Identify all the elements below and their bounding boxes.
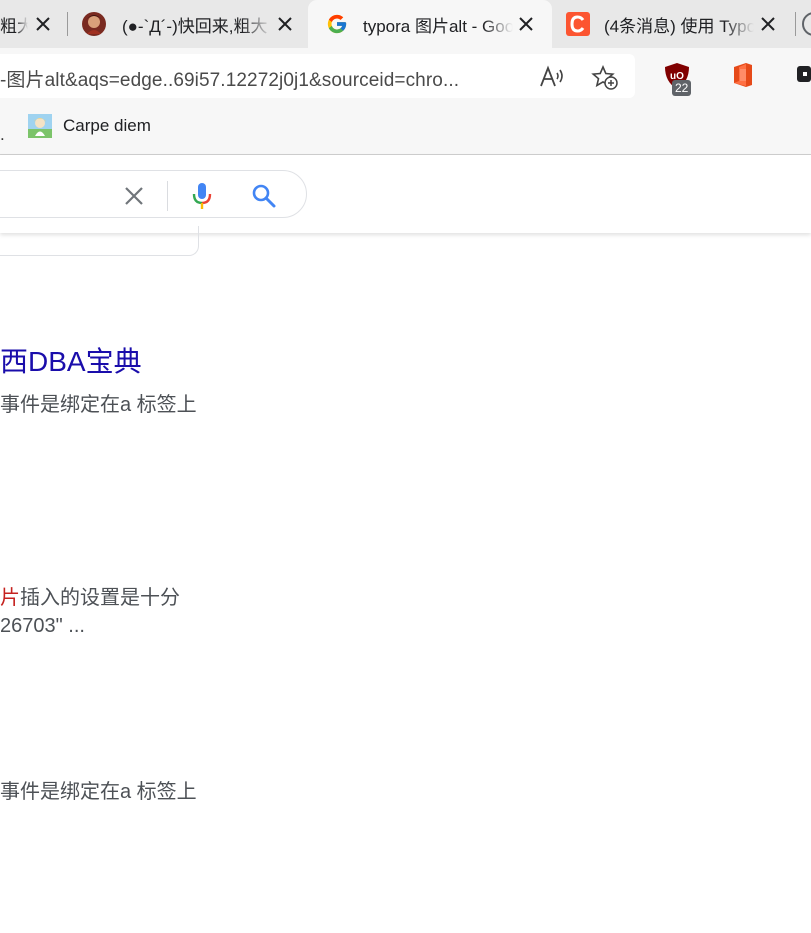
- bookmark-overflow[interactable]: .: [0, 125, 5, 145]
- bookmark-item[interactable]: Carpe diem: [63, 116, 151, 136]
- tab-title: 粗大: [0, 16, 28, 36]
- tab-strip: 粗大 (●-`Д´-)快回来,粗大 typora 图片alt - Goo (4条…: [0, 0, 811, 48]
- snippet-text: 插入的设置是十分: [20, 587, 180, 609]
- result-snippet: 事件是绑定在a 标签上: [0, 394, 197, 416]
- result-snippet: 片插入的设置是十分: [0, 581, 180, 610]
- office-icon[interactable]: [731, 62, 759, 90]
- result-snippet-line: 26703" ...: [0, 615, 85, 637]
- tab-title: (4条消息) 使用 Typora: [604, 16, 754, 36]
- search-icon[interactable]: [251, 183, 277, 209]
- result-snippet: 事件是绑定在a 标签上: [0, 781, 197, 803]
- new-tab-partial-icon[interactable]: [802, 12, 811, 36]
- url-text[interactable]: -图片alt&aqs=edge..69i57.12272j0j1&sourcei…: [0, 65, 459, 92]
- close-icon[interactable]: [516, 14, 536, 34]
- address-bar[interactable]: -图片alt&aqs=edge..69i57.12272j0j1&sourcei…: [0, 54, 635, 98]
- tab-separator: [795, 12, 796, 36]
- tab-3[interactable]: (4条消息) 使用 Typora: [554, 0, 794, 48]
- tab-1[interactable]: (●-`Д´-)快回来,粗大: [68, 0, 306, 48]
- add-favorite-icon[interactable]: [591, 64, 618, 90]
- bookmark-favicon-icon: [28, 114, 52, 138]
- search-divider: [167, 181, 168, 211]
- close-icon[interactable]: [275, 14, 295, 34]
- extension-partial-icon[interactable]: [795, 62, 811, 90]
- clear-icon[interactable]: [122, 184, 146, 208]
- tab-2-active[interactable]: typora 图片alt - Google: [308, 0, 552, 48]
- tab-title: (●-`Д´-)快回来,粗大: [122, 16, 268, 36]
- csdn-icon: [566, 12, 590, 36]
- close-icon[interactable]: [758, 14, 778, 34]
- close-icon[interactable]: [33, 14, 53, 34]
- tab-0[interactable]: 粗大: [0, 0, 66, 48]
- snippet-highlight: 片: [0, 587, 20, 609]
- microphone-icon[interactable]: [190, 181, 214, 211]
- tab-title: typora 图片alt - Google: [363, 16, 513, 36]
- google-g-icon: [326, 13, 348, 35]
- read-aloud-icon[interactable]: [539, 65, 563, 89]
- browser-window: 粗大 (●-`Д´-)快回来,粗大 typora 图片alt - Goo (4条…: [0, 0, 811, 933]
- extension-badge: 22: [672, 80, 692, 96]
- dropdown-card-edge: [0, 226, 199, 256]
- anime-avatar-icon: [82, 12, 106, 36]
- result-title-link[interactable]: 西DBA宝典: [0, 340, 142, 380]
